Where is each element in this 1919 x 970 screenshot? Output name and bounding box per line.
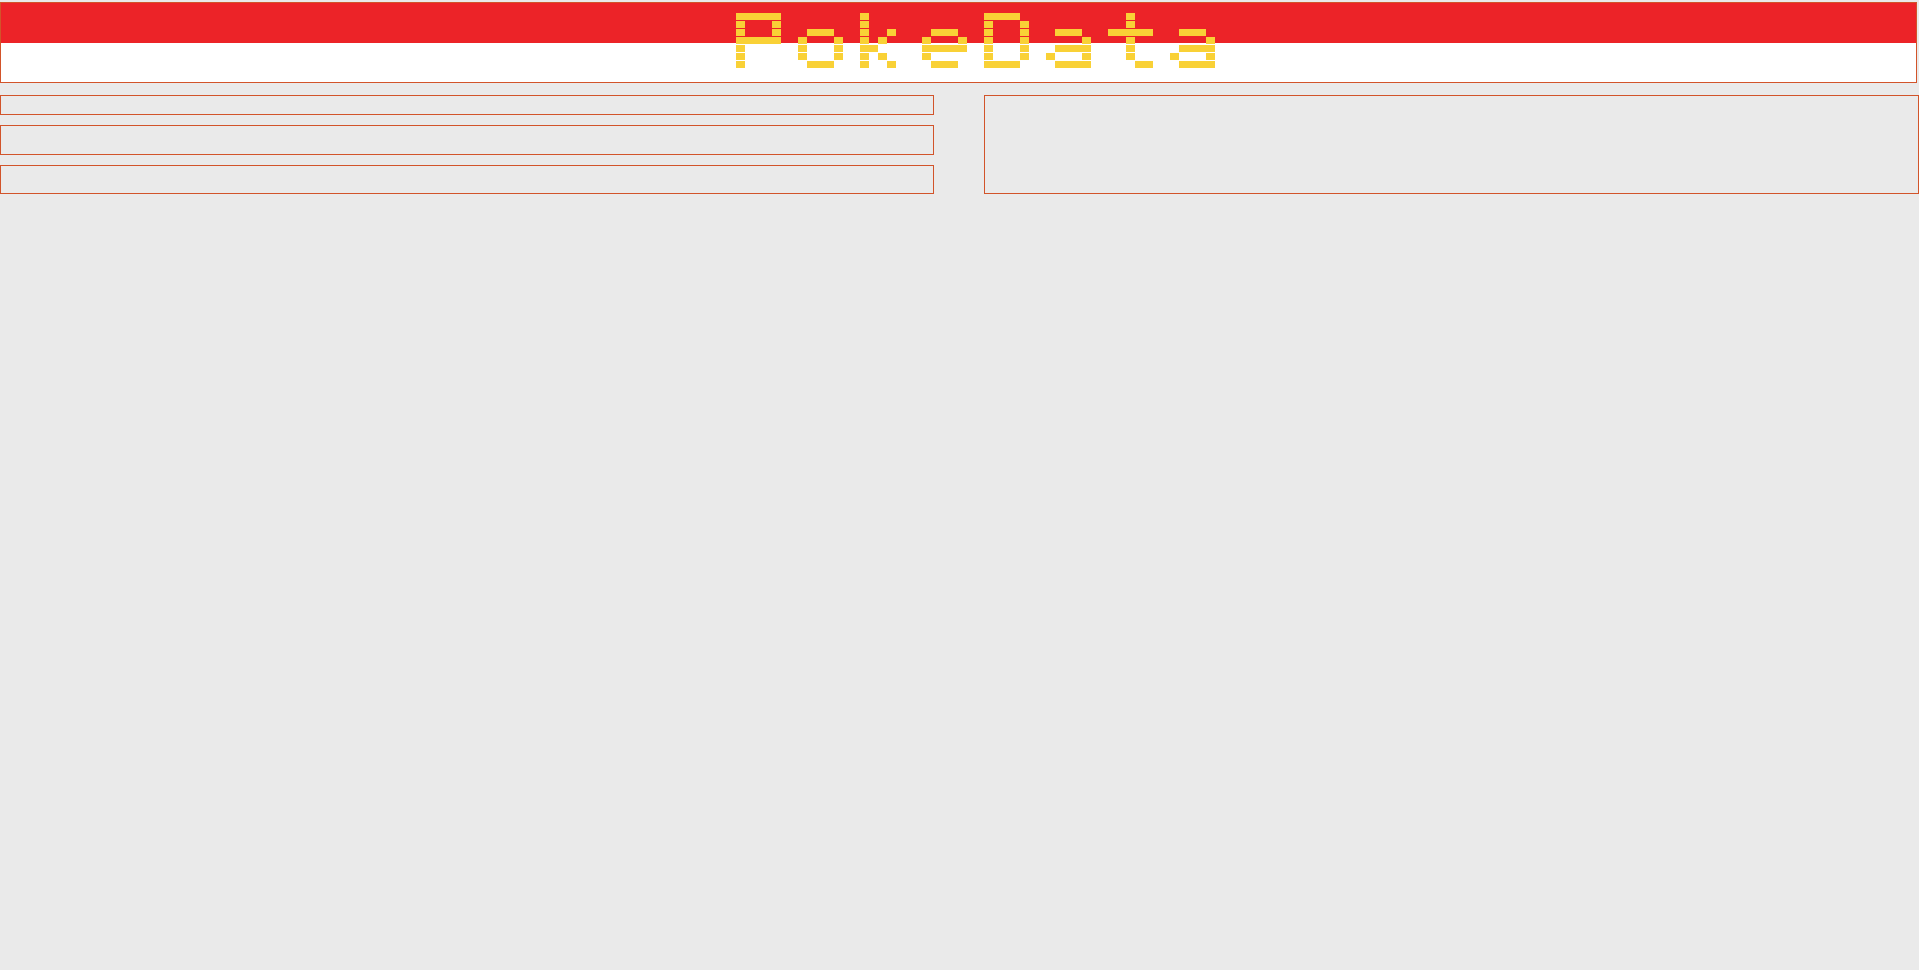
pokedata-logo: PokeData — [736, 11, 1226, 71]
results-field[interactable] — [0, 165, 934, 194]
header-banner: PokeData — [0, 2, 1917, 83]
search-bar[interactable] — [0, 95, 934, 115]
details-panel — [984, 95, 1919, 194]
pokedata-logo-mark — [736, 13, 1215, 68]
filter-field[interactable] — [0, 125, 934, 155]
page: PokeData — [0, 0, 1919, 970]
